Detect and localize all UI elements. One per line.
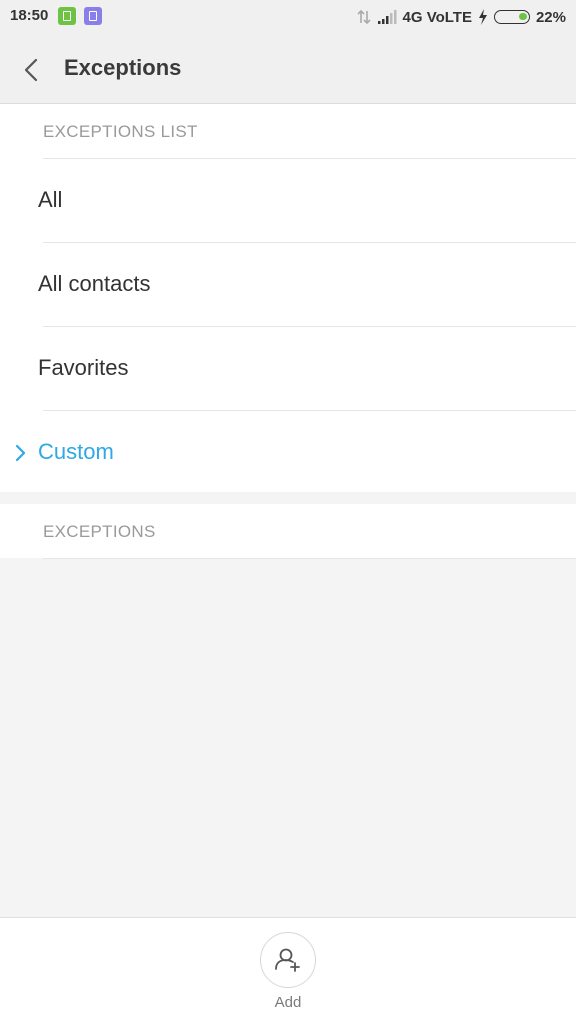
charging-icon bbox=[478, 9, 487, 25]
status-indicators: 4G VoLTE 22% bbox=[356, 7, 566, 27]
chevron-right-icon bbox=[15, 444, 26, 462]
network-type: 4G VoLTE bbox=[402, 8, 472, 26]
battery-icon bbox=[493, 10, 530, 24]
battery-saver-notification-icon bbox=[58, 7, 76, 25]
back-button[interactable] bbox=[14, 52, 50, 88]
list-item-label: Custom bbox=[38, 439, 114, 464]
battery-percent: 22% bbox=[535, 8, 566, 26]
bottom-action-bar: Add bbox=[0, 917, 576, 1024]
page-title: Exceptions bbox=[64, 55, 182, 80]
data-transfer-icon bbox=[356, 9, 371, 25]
status-time: 18:50 bbox=[10, 7, 49, 24]
list-item-all[interactable]: All bbox=[0, 159, 576, 243]
section-header-label: EXCEPTIONS bbox=[43, 522, 156, 541]
list-item-favorites[interactable]: Favorites bbox=[0, 327, 576, 411]
list-item-label: All bbox=[38, 187, 63, 212]
exceptions-section: EXCEPTIONS bbox=[0, 504, 576, 559]
list-item-label: All contacts bbox=[38, 271, 151, 296]
status-bar: 18:50 4G VoLTE 22% bbox=[0, 0, 576, 34]
chevron-left-icon bbox=[24, 58, 38, 82]
section-header-exceptions-list: EXCEPTIONS LIST bbox=[43, 104, 576, 159]
signal-icon bbox=[377, 10, 397, 24]
list-item-all-contacts[interactable]: All contacts bbox=[0, 243, 576, 327]
list-item-custom[interactable]: Custom bbox=[0, 411, 576, 495]
add-button[interactable] bbox=[260, 932, 316, 988]
section-header-label: EXCEPTIONS LIST bbox=[43, 122, 198, 141]
list-item-label: Favorites bbox=[38, 355, 129, 380]
exceptions-list-section: EXCEPTIONS LIST All All contacts Favorit… bbox=[0, 104, 576, 492]
app-notification-icon bbox=[84, 7, 102, 25]
section-header-exceptions: EXCEPTIONS bbox=[43, 504, 576, 559]
top-app-bar: Exceptions bbox=[0, 34, 576, 104]
add-contact-icon bbox=[275, 948, 300, 972]
add-button-label: Add bbox=[274, 994, 302, 1011]
